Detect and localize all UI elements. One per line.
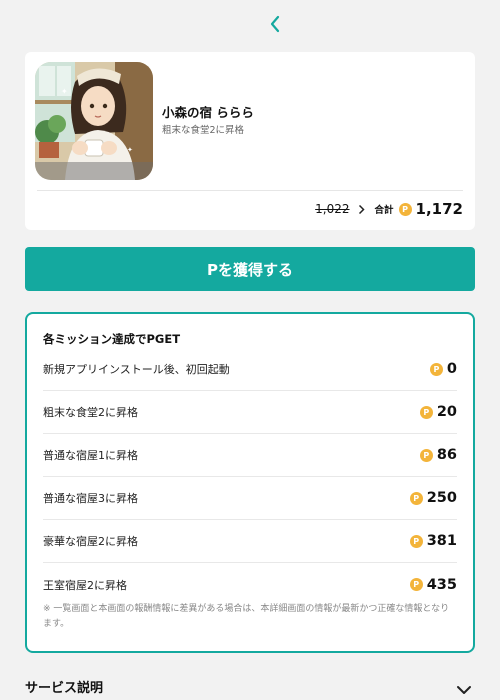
mission-points: 86 <box>436 447 457 463</box>
list-item: 普通な宿屋1に昇格 P 86 <box>43 434 457 477</box>
app-thumbnail[interactable]: ✦ ✦ <box>35 62 153 180</box>
app-description: 粗末な食堂2に昇格 <box>162 125 245 136</box>
mission-list: 新規アプリインストール後、初回起動 P0 粗末な食堂2に昇格 P 20 普通な宿屋… <box>43 348 457 606</box>
coin-icon: P <box>419 405 433 419</box>
get-points-button[interactable]: Pを獲得する <box>25 247 475 291</box>
points-summary: 1,022 合計 P 1,172 <box>315 198 463 220</box>
list-item: 王室宿屋2に昇格 P 435 <box>43 563 457 606</box>
mission-points: 250 <box>426 490 457 506</box>
mission-points: 435 <box>426 576 457 593</box>
mission-panel: 各ミッション達成でPGET 新規アプリインストール後、初回起動 P0 粗末な食堂… <box>25 312 475 653</box>
mission-label: 王室宿屋2に昇格 <box>43 578 127 592</box>
app-card: ✦ ✦ 小森の宿 ららら 粗末な食堂2に昇格 1,022 合計 P 1,172 <box>25 52 475 230</box>
mission-points: 0 <box>446 361 457 377</box>
list-item: 普通な宿屋3に昇格 P 250 <box>43 477 457 520</box>
mission-label: 普通な宿屋1に昇格 <box>43 449 138 462</box>
mission-points: 381 <box>426 533 457 549</box>
mission-points: 20 <box>436 404 457 420</box>
svg-text:✦: ✦ <box>61 87 68 96</box>
service-section-title: サービス説明 <box>25 681 104 696</box>
coin-icon: P <box>409 534 423 548</box>
coin-icon: P <box>409 578 423 591</box>
coin-icon: P <box>429 362 443 376</box>
list-item: 粗末な食堂2に昇格 P 20 <box>43 391 457 434</box>
app-name: 小森の宿 ららら <box>162 105 254 120</box>
list-item: 新規アプリインストール後、初回起動 P0 <box>43 348 457 391</box>
mission-label: 粗末な食堂2に昇格 <box>43 406 138 419</box>
mission-label: 新規アプリインストール後、初回起動 <box>43 363 230 376</box>
total-label: 合計 <box>374 205 394 216</box>
coin-icon: P <box>398 202 412 216</box>
divider <box>37 190 463 191</box>
chevron-down-icon[interactable] <box>456 680 472 694</box>
mission-label: 普通な宿屋3に昇格 <box>43 492 138 505</box>
coin-icon: P <box>419 448 433 462</box>
mission-label: 豪華な宿屋2に昇格 <box>43 535 138 548</box>
mission-title: 各ミッション達成でPGET <box>43 332 181 346</box>
old-points: 1,022 <box>315 202 350 216</box>
coin-icon: P <box>409 491 423 505</box>
disclaimer-note: ※ 一覧画面と本画面の報酬情報に差異がある場合は、本詳細画面の情報が最新かつ正確… <box>43 604 450 629</box>
back-button[interactable] <box>262 10 288 38</box>
svg-text:✦: ✦ <box>127 146 133 154</box>
chevron-left-icon <box>270 15 280 33</box>
list-item: 豪華な宿屋2に昇格 P 381 <box>43 520 457 563</box>
chevron-right-icon <box>358 204 365 215</box>
total-points: 1,172 <box>415 200 463 218</box>
